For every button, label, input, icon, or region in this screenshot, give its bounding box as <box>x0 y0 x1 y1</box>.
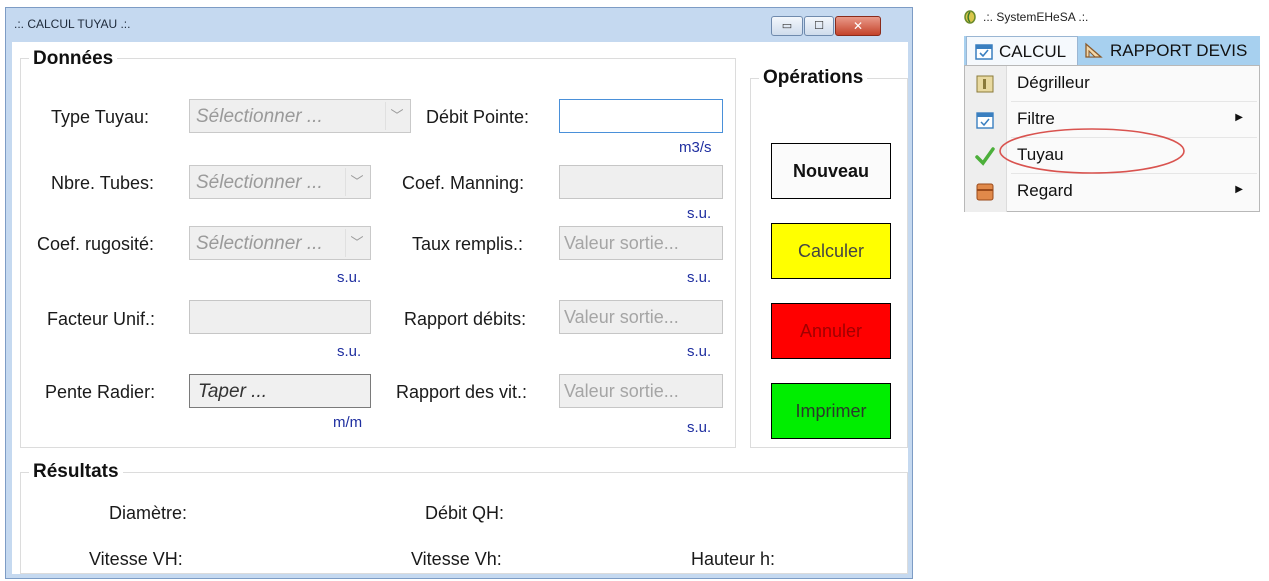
pente-radier-label: Pente Radier: <box>45 382 156 402</box>
facteur-unif-input[interactable] <box>189 300 371 334</box>
taux-remplis-output: Valeur sortie... <box>559 226 723 260</box>
debit-pointe-input[interactable] <box>559 99 723 133</box>
checkmark-icon <box>975 147 995 166</box>
type-tuyau-value: Sélectionner ... <box>196 106 323 127</box>
taux-remplis-label: Taux remplis.: <box>412 234 524 254</box>
coef-rugosite-label: Coef. rugosité: <box>37 234 155 254</box>
maximize-button[interactable]: ☐ <box>804 16 834 36</box>
submenu-arrow-icon: ▶ <box>1235 112 1243 123</box>
pente-radier-value: Taper ... <box>198 381 268 402</box>
menu-tab-calcul-label: CALCUL <box>999 42 1067 61</box>
menu-bar: CALCUL RAPPORT DEVIS <box>964 36 1260 65</box>
menu-item-regard-label: Regard <box>1017 181 1073 200</box>
coef-manning-unit: s.u. <box>687 205 712 222</box>
rapport-debits-output: Valeur sortie... <box>559 300 723 334</box>
ruler-triangle-icon <box>1085 42 1103 58</box>
menu-tab-calcul[interactable]: CALCUL <box>966 36 1078 65</box>
calculer-button[interactable]: Calculer <box>771 223 891 279</box>
minimize-icon: ▭ <box>781 20 793 32</box>
chevron-down-icon[interactable]: ﹀ <box>345 229 368 257</box>
coef-rugosite-value: Sélectionner ... <box>196 233 323 254</box>
filtre-icon <box>976 112 994 129</box>
tuyau-highlight-ellipse <box>999 128 1185 174</box>
menu-tab-rapport-devis-label: RAPPORT DEVIS <box>1110 41 1248 60</box>
operations-legend: Opérations <box>759 67 868 89</box>
coef-rugosite-select[interactable]: Sélectionner ... ﹀ <box>189 226 371 260</box>
menu-item-degrilleur[interactable]: Dégrilleur <box>965 66 1259 102</box>
imprimer-button[interactable]: Imprimer <box>771 383 891 439</box>
rapport-vit-value: Valeur sortie... <box>564 381 679 401</box>
minimize-button[interactable]: ▭ <box>771 16 803 36</box>
debit-qh-label: Débit QH: <box>425 503 505 523</box>
menu-tab-rapport-devis[interactable]: RAPPORT DEVIS <box>1080 36 1256 65</box>
nbre-tubes-select[interactable]: Sélectionner ... ﹀ <box>189 165 371 199</box>
pente-radier-unit: m/m <box>333 414 363 431</box>
coef-manning-input[interactable] <box>559 165 723 199</box>
debit-pointe-unit: m3/s <box>679 139 712 156</box>
calcul-tuyau-window: .:. CALCUL TUYAU .:. ▭ ☐ ✕ Données Type … <box>5 7 913 579</box>
rapport-vit-output: Valeur sortie... <box>559 374 723 408</box>
rapport-vit-unit: s.u. <box>687 419 712 436</box>
regard-icon <box>976 183 994 201</box>
taux-remplis-value: Valeur sortie... <box>564 233 679 253</box>
title-bar[interactable]: .:. CALCUL TUYAU .:. ▭ ☐ ✕ <box>6 8 912 42</box>
coef-manning-label: Coef. Manning: <box>402 173 525 193</box>
calendar-icon <box>975 44 993 60</box>
taux-remplis-unit: s.u. <box>687 269 712 286</box>
close-button[interactable]: ✕ <box>835 16 881 36</box>
annuler-button[interactable]: Annuler <box>771 303 891 359</box>
facteur-unif-label: Facteur Unif.: <box>47 309 156 329</box>
operations-group: Opérations Nouveau Calculer Annuler Impr… <box>750 67 908 448</box>
degrilleur-icon <box>976 75 994 93</box>
debit-pointe-label: Débit Pointe: <box>426 107 530 127</box>
close-icon: ✕ <box>852 19 864 33</box>
menu-item-degrilleur-label: Dégrilleur <box>1017 73 1090 92</box>
diametre-label: Diamètre: <box>109 503 188 523</box>
chevron-down-icon[interactable]: ﹀ <box>345 168 368 196</box>
window-title: .:. CALCUL TUYAU .:. <box>14 17 131 31</box>
vitesse-vh-lower-label: Vitesse Vh: <box>411 549 502 569</box>
type-tuyau-label: Type Tuyau: <box>51 107 150 127</box>
maximize-icon: ☐ <box>814 20 824 32</box>
nouveau-button[interactable]: Nouveau <box>771 143 891 199</box>
submenu-arrow-icon: ▶ <box>1235 184 1243 195</box>
rapport-debits-value: Valeur sortie... <box>564 307 679 327</box>
rapport-debits-label: Rapport débits: <box>404 309 527 329</box>
app-logo-icon <box>964 10 976 24</box>
chevron-down-icon[interactable]: ﹀ <box>385 102 408 130</box>
rapport-debits-unit: s.u. <box>687 343 712 360</box>
pente-radier-input[interactable]: Taper ... <box>189 374 371 408</box>
window-client-area: Données Type Tuyau: Sélectionner ... ﹀ N… <box>12 42 908 574</box>
facteur-unif-unit: s.u. <box>337 343 362 360</box>
rapport-vit-label: Rapport des vit.: <box>396 382 528 402</box>
nbre-tubes-label: Nbre. Tubes: <box>51 173 155 193</box>
app-title: .:. SystemEHeSA .:. <box>983 10 1089 24</box>
hauteur-label: Hauteur h: <box>691 549 776 569</box>
coef-rugosite-unit: s.u. <box>337 269 362 286</box>
type-tuyau-select[interactable]: Sélectionner ... ﹀ <box>189 99 411 133</box>
donnees-group: Données Type Tuyau: Sélectionner ... ﹀ N… <box>20 48 736 448</box>
vitesse-vh-upper-label: Vitesse VH: <box>89 549 183 569</box>
nbre-tubes-value: Sélectionner ... <box>196 172 323 193</box>
resultats-legend: Résultats <box>29 461 123 483</box>
resultats-group: Résultats Diamètre: Débit QH: Vitesse VH… <box>20 461 908 574</box>
donnees-legend: Données <box>29 48 118 70</box>
